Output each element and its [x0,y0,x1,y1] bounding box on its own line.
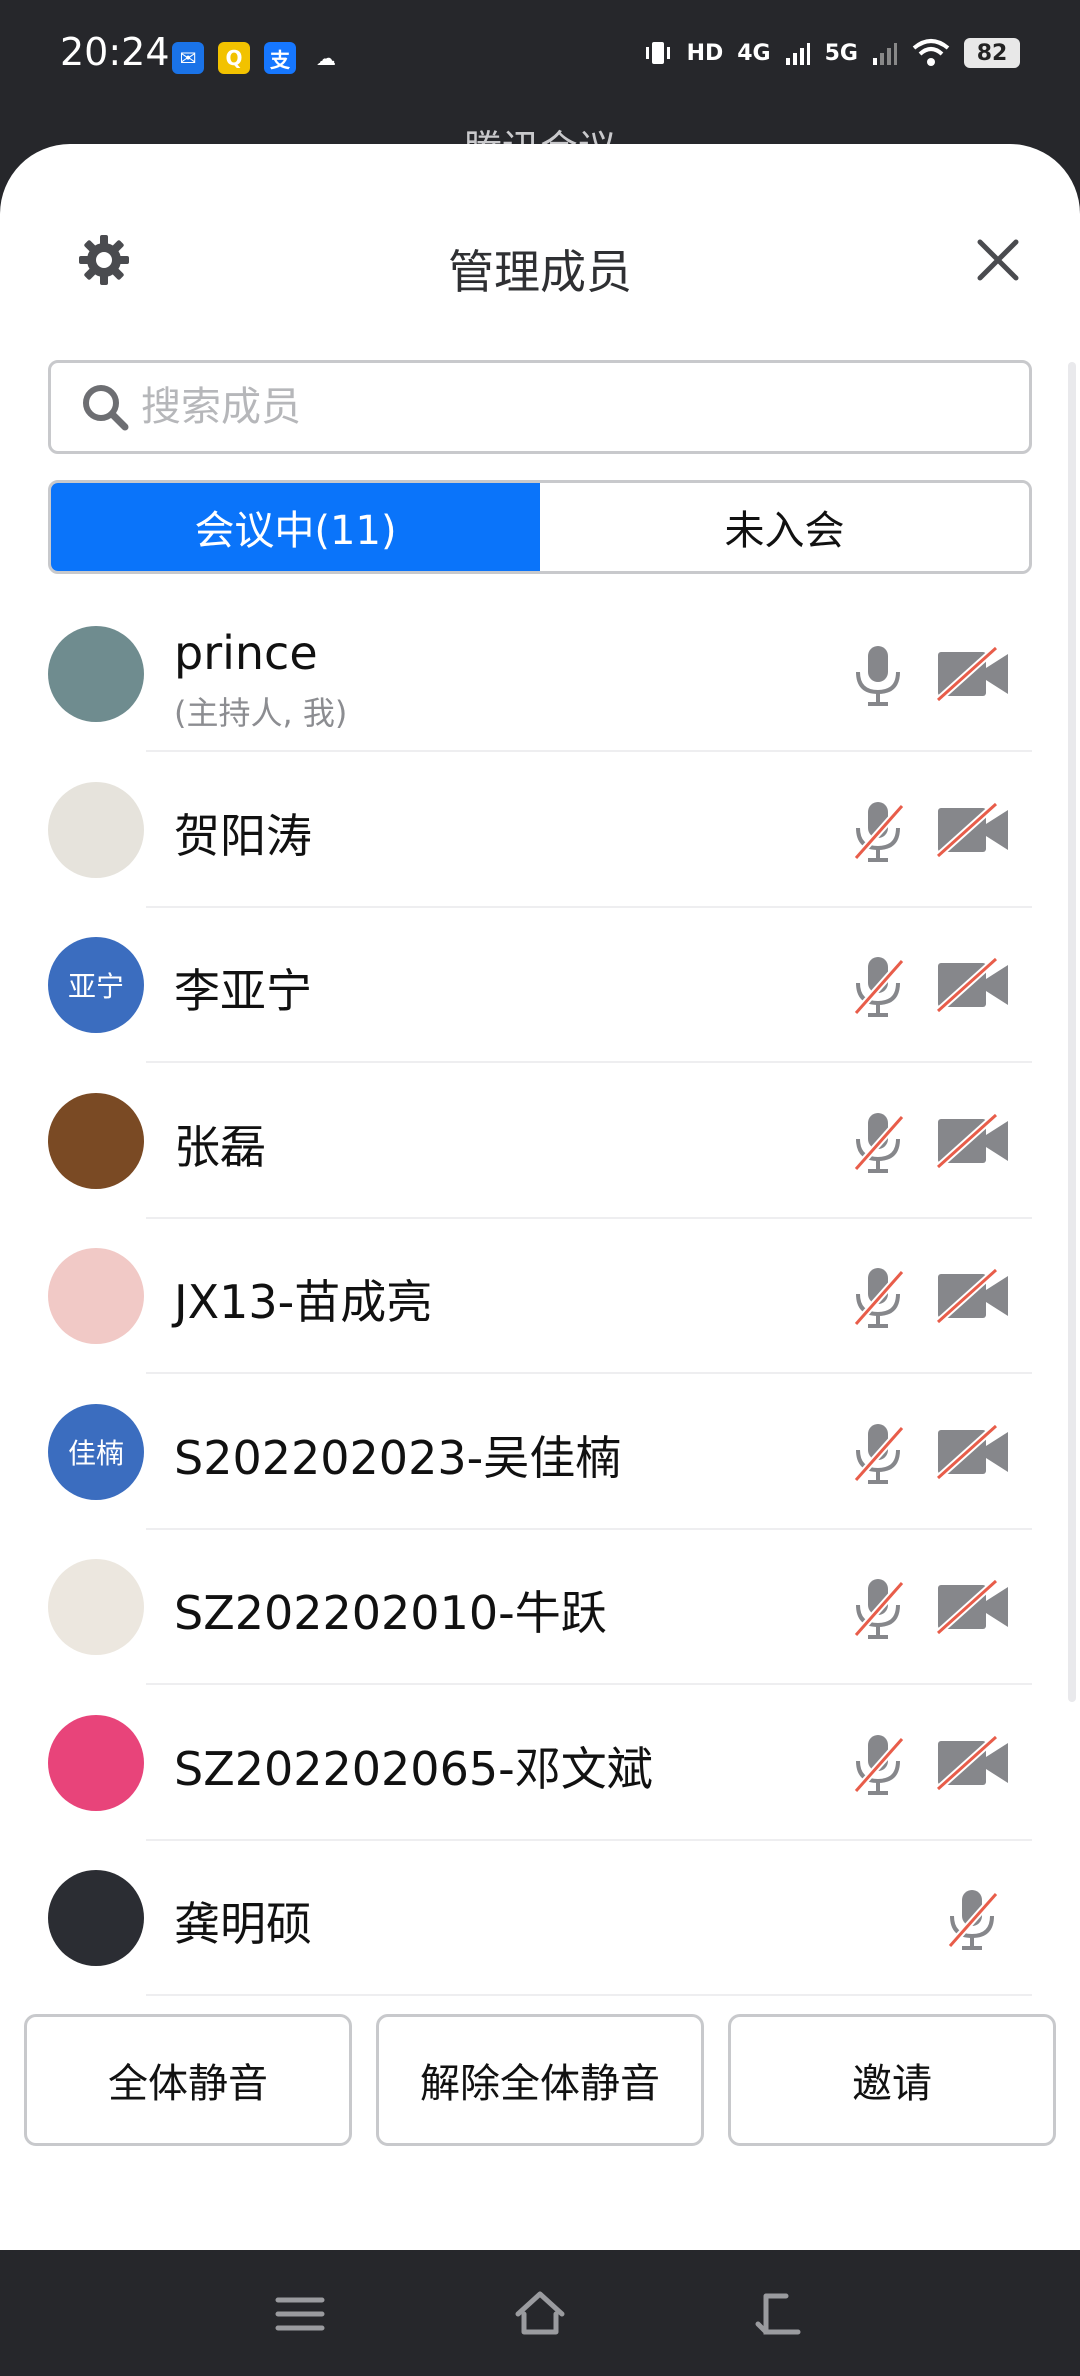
divider [146,1994,1032,1996]
member-name: JX13-苗成亮 [174,1275,433,1329]
network-5g: 5G [824,40,858,66]
sheet-header: 管理成员 [0,144,1080,344]
mute-all-button[interactable]: 全体静音 [24,2014,352,2146]
mic-muted-icon[interactable] [848,1731,908,1797]
mic-muted-icon[interactable] [848,1264,908,1330]
signal-icon [785,43,810,65]
camera-off-icon[interactable] [936,957,1010,1013]
member-name: SZ202202010-牛跃 [174,1586,607,1640]
member-row[interactable]: 龚明硕 [0,1840,1080,1996]
back-icon[interactable] [752,2286,808,2342]
hd-indicator: HD [686,40,724,66]
avatar [48,1870,144,1966]
member-row[interactable]: 贺阳涛 [0,752,1080,908]
camera-off-icon[interactable] [936,1423,1010,1480]
member-row[interactable]: prince (主持人, 我) [0,596,1080,752]
avatar: 佳楠 [48,1403,144,1500]
member-list: prince (主持人, 我) 贺阳涛 亚宁 李亚宁 张磊 JX13-苗成亮 佳… [0,596,1080,2106]
member-role: (主持人, 我) [174,694,348,732]
manage-members-sheet: 管理成员 会议中(11) 未入会 prince (主持人, 我) [0,144,1080,2250]
tab-in-meeting[interactable]: 会议中(11) [51,483,540,571]
close-icon[interactable] [966,228,1030,292]
member-name: S202202023-吴佳楠 [174,1430,622,1485]
camera-off-icon[interactable] [936,801,1010,858]
avatar [48,626,144,722]
camera-off-icon[interactable] [936,1268,1010,1324]
camera-off-icon[interactable] [936,646,1010,702]
camera-off-icon[interactable] [936,1734,1010,1791]
scrollbar[interactable] [1068,362,1076,1702]
invite-button[interactable]: 邀请 [728,2014,1056,2146]
mic-muted-icon[interactable] [848,953,908,1019]
avatar-initials: 亚宁 [67,970,124,1003]
tab-not-joined[interactable]: 未入会 [540,483,1029,571]
member-name: 龚明硕 [174,1897,312,1951]
avatar [48,1092,144,1189]
search-box[interactable] [48,360,1032,454]
home-icon[interactable] [512,2286,568,2342]
status-app-icons: ✉ Q 支 ☁ [172,42,342,74]
avatar [48,781,144,878]
member-name: 李亚宁 [174,964,312,1018]
qq-app-icon: Q [218,42,250,74]
bottom-actions: 全体静音 解除全体静音 邀请 [0,2014,1080,2146]
wifi-icon [912,39,950,66]
search-input[interactable] [141,384,1001,430]
member-name: 贺阳涛 [174,808,312,863]
member-row[interactable]: 亚宁 李亚宁 [0,907,1080,1063]
avatar [48,1714,144,1811]
mic-muted-icon[interactable] [848,1420,908,1486]
unmute-all-button[interactable]: 解除全体静音 [376,2014,704,2146]
status-bar: 20:24 ✉Q支☁ HD 4G 5G 82 腾讯会议 [0,0,1080,171]
member-name: prince [174,626,318,680]
avatar: 亚宁 [48,937,144,1033]
member-tabs: 会议中(11) 未入会 [48,480,1032,574]
signal-icon-2 [873,43,897,65]
alipay-app-icon: 支 [264,42,296,74]
mic-muted-icon[interactable] [942,1886,1002,1952]
camera-off-icon[interactable] [936,1579,1010,1635]
network-4g: 4G [737,40,771,66]
member-name: 张磊 [174,1119,266,1174]
avatar [48,1559,144,1655]
member-row[interactable]: JX13-苗成亮 [0,1218,1080,1374]
system-nav-bar [0,2250,1080,2376]
menu-icon[interactable] [272,2286,328,2342]
member-name: SZ202202065-邓文斌 [174,1741,653,1796]
status-indicators: HD 4G 5G 82 [643,38,1020,68]
mic-muted-icon[interactable] [848,798,908,864]
member-row[interactable]: SZ202202010-牛跃 [0,1529,1080,1685]
camera-off-icon[interactable] [936,1112,1010,1169]
sheet-title: 管理成员 [448,245,632,299]
status-time: 20:24 [60,30,170,74]
member-row[interactable]: SZ202202065-邓文斌 [0,1685,1080,1841]
member-row[interactable]: 张磊 [0,1063,1080,1219]
avatar [48,1248,144,1344]
member-row[interactable]: 佳楠 S202202023-吴佳楠 [0,1374,1080,1530]
mail-app-icon: ✉ [172,42,204,74]
vibrate-icon [645,42,670,64]
mic-muted-icon[interactable] [848,1575,908,1641]
avatar-initials: 佳楠 [67,1436,124,1470]
mic-muted-icon[interactable] [848,1109,908,1175]
battery-indicator: 82 [964,38,1020,68]
cloud-weather-icon: ☁ [316,46,336,70]
mic-on-icon[interactable] [848,642,908,708]
search-icon [83,385,129,431]
